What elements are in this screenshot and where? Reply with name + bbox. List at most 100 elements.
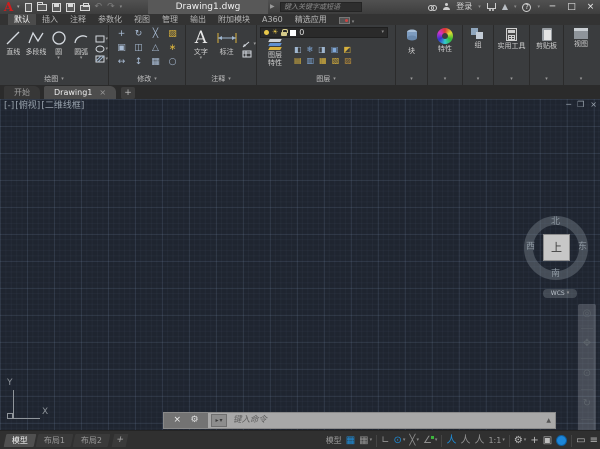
exchange-store-icon[interactable]: [487, 3, 496, 9]
app-menu-button[interactable]: A: [0, 1, 17, 14]
erase-icon[interactable]: ▨: [164, 27, 181, 41]
compass-east[interactable]: 东: [578, 243, 587, 252]
app-menu-dropdown-icon[interactable]: ▾: [17, 5, 20, 10]
compass-west[interactable]: 西: [526, 243, 535, 252]
layer-on-icon[interactable]: [264, 30, 269, 35]
layer-off-icon[interactable]: ◨: [318, 46, 326, 54]
a360-dropdown-icon[interactable]: ▾: [514, 5, 517, 10]
offset-icon[interactable]: ○: [164, 55, 181, 69]
signin-dropdown-icon[interactable]: ▾: [478, 5, 481, 10]
compass-south[interactable]: 南: [551, 270, 560, 279]
layer-on-all-icon[interactable]: ▦: [319, 57, 327, 65]
tab-output[interactable]: 输出: [184, 14, 212, 25]
annotation-scale-value[interactable]: 1:1▾: [488, 437, 504, 445]
explode-icon[interactable]: ∗: [164, 41, 181, 55]
minimize-button[interactable]: ─: [543, 0, 562, 14]
layout-tab-layout2[interactable]: 布局2: [73, 434, 111, 447]
isodraft-icon[interactable]: ⊙▾: [394, 436, 406, 446]
utilities-panel-dropdown-icon[interactable]: ▾: [510, 77, 513, 82]
tab-featured-apps[interactable]: 精选应用: [289, 14, 333, 25]
new-file-icon[interactable]: [25, 3, 32, 12]
annotation-panel-title[interactable]: 注释▾: [186, 73, 256, 85]
layer-select-dropdown-icon[interactable]: ▾: [381, 30, 384, 35]
tab-annotate[interactable]: 注释: [64, 14, 92, 25]
rectangle-dropdown-icon[interactable]: ▾: [106, 37, 109, 42]
text-dropdown-icon[interactable]: ▾: [200, 56, 203, 61]
steering-wheel-icon[interactable]: ◎: [583, 309, 592, 319]
circle-button[interactable]: 圆 ▾: [47, 25, 70, 73]
tab-a360[interactable]: A360: [256, 14, 289, 25]
tab-view[interactable]: 视图: [128, 14, 156, 25]
drawing-close-icon[interactable]: ×: [590, 101, 597, 109]
rotate-icon[interactable]: ↻: [130, 27, 147, 41]
hatch-button[interactable]: ▾: [95, 55, 109, 63]
viewcube-top-face[interactable]: 上: [543, 234, 570, 261]
layer-thaw-all-icon[interactable]: ▥: [307, 57, 315, 65]
text-button[interactable]: A 文字 ▾: [189, 25, 213, 73]
trim-icon[interactable]: ╳: [147, 27, 164, 41]
layer-lock-icon[interactable]: [281, 32, 287, 36]
save-icon[interactable]: [52, 3, 61, 12]
panel-clipboard[interactable]: 剪贴板 ▾: [530, 25, 564, 85]
compass-north[interactable]: 北: [551, 218, 560, 227]
annotation-scale-icon[interactable]: 人: [474, 436, 484, 446]
command-close-icon[interactable]: ×: [173, 416, 181, 425]
layout-tab-layout1[interactable]: 布局1: [36, 434, 74, 447]
file-tab-close-icon[interactable]: ×: [99, 89, 106, 97]
viewport-menu-control[interactable]: [-]: [4, 102, 14, 111]
search-icon[interactable]: [428, 5, 437, 10]
tab-manage[interactable]: 管理: [156, 14, 184, 25]
group-panel-dropdown-icon[interactable]: ▾: [477, 77, 480, 82]
graphics-performance-icon[interactable]: [556, 435, 567, 446]
view-panel-dropdown-icon[interactable]: ▾: [580, 77, 583, 82]
pan-icon[interactable]: ✥: [583, 339, 591, 349]
panel-block[interactable]: 块 ▾: [396, 25, 428, 85]
table-button[interactable]: [242, 50, 256, 58]
command-customize-wrench-icon[interactable]: ⚙: [190, 416, 198, 425]
drawing-restore-icon[interactable]: ❒: [577, 101, 584, 109]
panel-view[interactable]: 视图 ▾: [564, 25, 598, 85]
search-input[interactable]: 键入关键字或短语: [280, 2, 362, 12]
a360-icon[interactable]: ▲: [502, 3, 508, 11]
leader-dropdown-icon[interactable]: ▾: [253, 42, 256, 47]
draw-panel-title[interactable]: 绘图▾: [0, 73, 108, 85]
open-file-icon[interactable]: [37, 4, 47, 11]
annotation-autoscale-icon[interactable]: 人: [460, 436, 470, 446]
arc-dropdown-icon[interactable]: ▾: [80, 56, 83, 61]
clipboard-panel-dropdown-icon[interactable]: ▾: [545, 77, 548, 82]
signin-label[interactable]: 登录: [456, 3, 472, 11]
performance-recorder-icon[interactable]: [339, 17, 350, 24]
block-panel-dropdown-icon[interactable]: ▾: [410, 77, 413, 82]
recent-commands-icon[interactable]: ▸▾: [211, 414, 227, 427]
object-snap-icon[interactable]: ∠▾: [423, 436, 437, 446]
circle-dropdown-icon[interactable]: ▾: [57, 56, 60, 61]
zoom-icon[interactable]: ⊙: [583, 369, 591, 379]
customization-icon[interactable]: ≡: [590, 436, 598, 446]
model-space-toggle[interactable]: 模型: [326, 437, 342, 445]
drawing-minimize-icon[interactable]: ─: [566, 101, 571, 109]
tab-home[interactable]: 默认: [8, 14, 36, 25]
panel-utilities[interactable]: 实用工具 ▾: [494, 25, 530, 85]
rectangle-button[interactable]: ▾: [95, 35, 109, 43]
redo-icon[interactable]: ↷: [107, 3, 115, 12]
maximize-button[interactable]: □: [562, 0, 581, 14]
layer-thaw-icon[interactable]: ☀: [272, 29, 278, 36]
move-icon[interactable]: +: [113, 27, 130, 41]
layout-tab-model[interactable]: 模型: [4, 434, 37, 447]
file-tab-start[interactable]: 开始: [4, 86, 40, 99]
panel-group[interactable]: 组 ▾: [463, 25, 494, 85]
ellipse-dropdown-icon[interactable]: ▾: [106, 47, 109, 52]
tab-parametric[interactable]: 参数化: [92, 14, 128, 25]
modify-panel-title[interactable]: 修改▾: [109, 73, 185, 85]
panel-properties[interactable]: 特性 ▾: [428, 25, 463, 85]
fillet-icon[interactable]: △: [147, 41, 164, 55]
help-icon[interactable]: ?: [522, 3, 531, 12]
command-input[interactable]: 键入命令: [227, 416, 546, 425]
layers-panel-title[interactable]: 图层▾: [257, 73, 395, 85]
signin-user-icon[interactable]: [443, 3, 450, 11]
layer-select[interactable]: ☀ 0 ▾: [260, 27, 388, 38]
viewport-visual-style-control[interactable]: [二维线框]: [41, 102, 84, 111]
leader-button[interactable]: ▾: [242, 40, 256, 48]
snap-grid-icon[interactable]: ▦: [346, 436, 355, 446]
orbit-icon[interactable]: ↻: [583, 399, 591, 409]
